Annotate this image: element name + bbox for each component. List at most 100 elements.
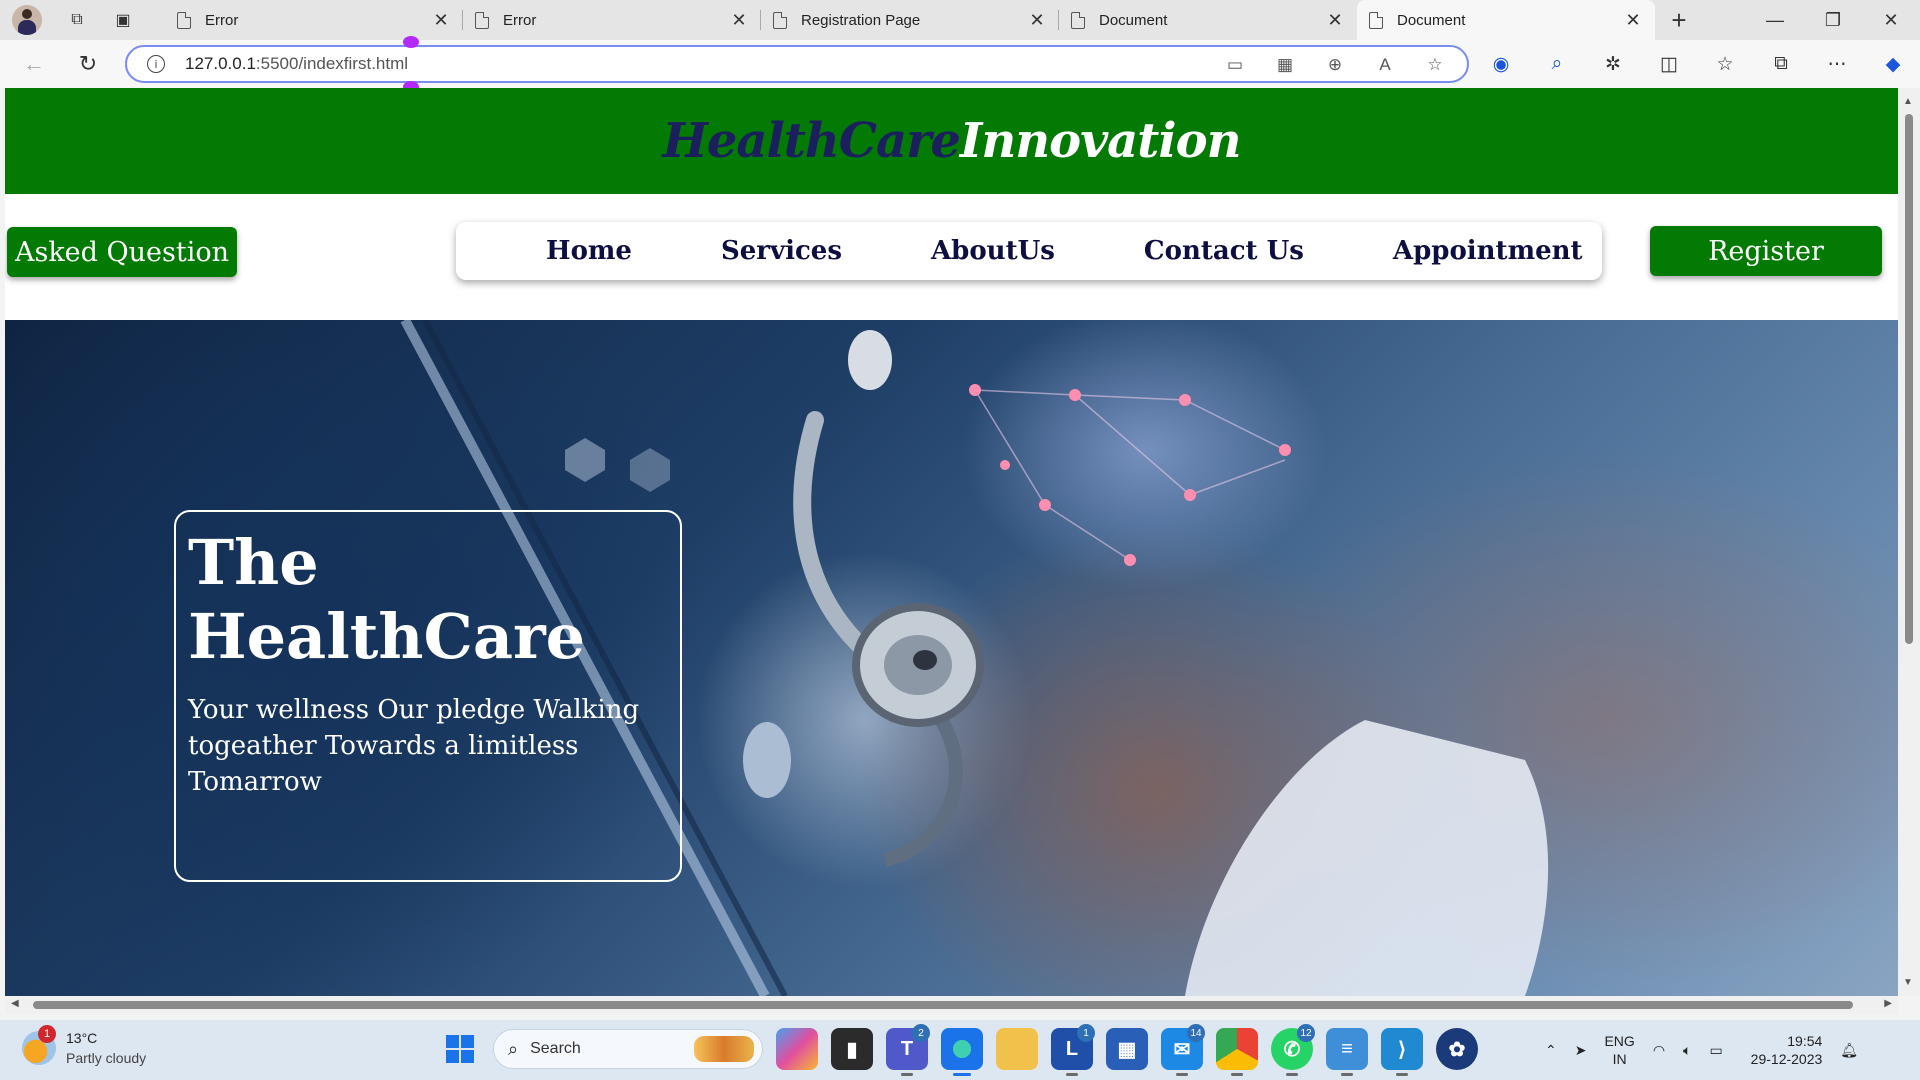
horizontal-scrollbar[interactable]: ◀ ▶: [5, 996, 1898, 1014]
close-tab-icon[interactable]: ✕: [1623, 10, 1643, 31]
close-tab-icon[interactable]: ✕: [1027, 10, 1047, 31]
new-tab-button[interactable]: +: [1659, 5, 1699, 36]
zoom-icon[interactable]: ⊕: [1321, 53, 1349, 77]
restore-button[interactable]: ❐: [1804, 0, 1862, 40]
browser-extensions: ◉ ⌕ ✲ ◫ ☆ ⧉ ⋯ ◆: [1480, 44, 1914, 84]
weather-desc: Partly cloudy: [66, 1050, 147, 1066]
system-tray: ⌃ ➤ ENG IN ◠ 🔈︎ ▭ 19:54 29-12-2023 🔔︎: [1545, 1028, 1858, 1072]
nav-services[interactable]: Services: [721, 236, 842, 266]
store-app-icon[interactable]: ▦: [1106, 1028, 1148, 1070]
volume-icon[interactable]: 🔈︎: [1683, 1042, 1691, 1059]
close-tab-icon[interactable]: ✕: [1325, 10, 1345, 31]
browser-tab[interactable]: Error ✕: [165, 0, 463, 40]
close-tab-icon[interactable]: ✕: [431, 10, 451, 31]
tab-actions-icon[interactable]: ▣: [112, 9, 134, 31]
collections-icon[interactable]: ⧉: [1760, 44, 1802, 84]
scroll-down-icon[interactable]: ▼: [1903, 977, 1913, 988]
running-indicator: [953, 1073, 971, 1076]
address-bar-icons: ▭ ▦ ⊕ A ☆: [1221, 53, 1449, 77]
more-menu-icon[interactable]: ⋯: [1816, 44, 1858, 84]
hero-title-line-1: The: [188, 526, 319, 599]
hero-title-line-2: HealthCare: [188, 600, 586, 673]
back-button[interactable]: ←: [14, 44, 54, 84]
teams-app-icon[interactable]: T2: [886, 1024, 930, 1076]
whatsapp-app-icon[interactable]: ✆ 12: [1271, 1024, 1315, 1076]
location-icon[interactable]: ➤: [1575, 1042, 1587, 1059]
site-logo[interactable]: HealthCareInnovation: [662, 113, 1241, 169]
weather-widget[interactable]: 1 13°C Partly cloudy: [22, 1025, 147, 1068]
hero-subtitle: Your wellness Our pledge Walking togeath…: [188, 695, 640, 797]
app-available-icon[interactable]: ▭: [1221, 53, 1249, 77]
nav-home[interactable]: Home: [546, 236, 632, 266]
windows-start-icon[interactable]: [440, 1029, 480, 1069]
browser-tab[interactable]: Document ✕: [1059, 0, 1357, 40]
language-indicator[interactable]: ENG IN: [1604, 1032, 1634, 1068]
edge-app-icon[interactable]: [941, 1028, 983, 1076]
l-app-badge: 1: [1077, 1024, 1095, 1042]
split-screen-icon[interactable]: ◫: [1648, 44, 1690, 84]
url-path: :5500/indexfirst.html: [255, 54, 409, 73]
main-navbar: Home Services AboutUs Contact Us Appoint…: [456, 222, 1602, 280]
scroll-up-icon[interactable]: ▲: [1903, 96, 1913, 107]
clock[interactable]: 19:54 29-12-2023: [1751, 1032, 1823, 1068]
browser-tab[interactable]: Error ✕: [463, 0, 761, 40]
tab-title: Document: [1099, 11, 1168, 29]
copilot-app-icon[interactable]: [776, 1028, 818, 1070]
file-explorer-icon[interactable]: [996, 1028, 1038, 1070]
notification-bell-icon[interactable]: 🔔︎: [1840, 1042, 1858, 1059]
asked-question-button[interactable]: Asked Question: [7, 227, 237, 277]
site-info-icon[interactable]: i: [147, 55, 165, 73]
running-indicator: [1286, 1073, 1298, 1076]
search-extension-icon[interactable]: ◉: [1480, 44, 1522, 84]
show-hidden-icons-chevron-icon[interactable]: ⌃: [1545, 1042, 1557, 1059]
battery-icon[interactable]: ▭: [1709, 1042, 1722, 1059]
vertical-scrollbar[interactable]: ▲ ▼: [1898, 88, 1920, 996]
copilot-icon[interactable]: ◆: [1872, 44, 1914, 84]
profile-avatar[interactable]: [12, 5, 42, 35]
visual-search-icon[interactable]: ⌕: [1536, 44, 1578, 84]
task-view-icon[interactable]: ▮: [831, 1028, 873, 1070]
workspaces-icon[interactable]: ⧉: [66, 9, 88, 31]
register-button[interactable]: Register: [1650, 226, 1882, 276]
favorite-star-icon[interactable]: ☆: [1421, 53, 1449, 77]
hero-banner: The HealthCare Your wellness Our pledge …: [5, 320, 1898, 996]
read-aloud-icon[interactable]: A: [1371, 53, 1399, 77]
scroll-left-icon[interactable]: ◀: [11, 998, 19, 1009]
favorites-icon[interactable]: ☆: [1704, 44, 1746, 84]
address-bar[interactable]: i 127.0.0.1:5500/indexfirst.html ▭ ▦ ⊕ A…: [125, 45, 1469, 83]
close-tab-icon[interactable]: ✕: [729, 10, 749, 31]
settings-app-icon[interactable]: ✿: [1436, 1028, 1478, 1070]
notepad-app-icon[interactable]: ≡: [1326, 1028, 1368, 1076]
horizontal-scroll-thumb[interactable]: [33, 1001, 1853, 1009]
vscode-app-icon[interactable]: ⟩: [1381, 1028, 1423, 1076]
weather-icon: 1: [22, 1025, 56, 1065]
page-icon: [1369, 11, 1383, 29]
taskbar-search[interactable]: ⌕ Search: [493, 1029, 763, 1069]
extensions-icon[interactable]: ✲: [1592, 44, 1634, 84]
nav-aboutus[interactable]: AboutUs: [931, 236, 1055, 266]
running-indicator: [1176, 1073, 1188, 1076]
browser-tab-active[interactable]: Document ✕: [1357, 0, 1655, 40]
weather-badge: 1: [38, 1025, 56, 1043]
vertical-scroll-thumb[interactable]: [1905, 114, 1913, 644]
scroll-right-icon[interactable]: ▶: [1884, 998, 1892, 1009]
mail-badge: 14: [1187, 1024, 1205, 1042]
qr-code-icon[interactable]: ▦: [1271, 53, 1299, 77]
mail-app-icon[interactable]: ✉ 14: [1161, 1024, 1205, 1076]
whatsapp-badge: 12: [1297, 1024, 1315, 1042]
tab-title: Document: [1397, 11, 1466, 29]
selection-handle-top: [403, 36, 419, 48]
wifi-icon[interactable]: ◠: [1653, 1042, 1665, 1059]
running-indicator: [901, 1073, 913, 1076]
nav-appointment[interactable]: Appointment: [1393, 236, 1583, 266]
taskbar-apps: ⌕ Search ▮ T2 L1 ▦ ✉ 14 ✆ 12 ≡ ⟩ ✿: [440, 1024, 1478, 1076]
l-app-icon[interactable]: L1: [1051, 1024, 1095, 1076]
nav-contact-us[interactable]: Contact Us: [1144, 236, 1304, 266]
chrome-app-icon[interactable]: [1216, 1028, 1258, 1076]
minimize-button[interactable]: —: [1746, 0, 1804, 40]
running-indicator: [1396, 1073, 1408, 1076]
refresh-button[interactable]: ↻: [68, 44, 108, 84]
close-window-button[interactable]: ✕: [1862, 0, 1920, 40]
browser-tab[interactable]: Registration Page ✕: [761, 0, 1059, 40]
clock-date: 29-12-2023: [1750, 1051, 1823, 1067]
